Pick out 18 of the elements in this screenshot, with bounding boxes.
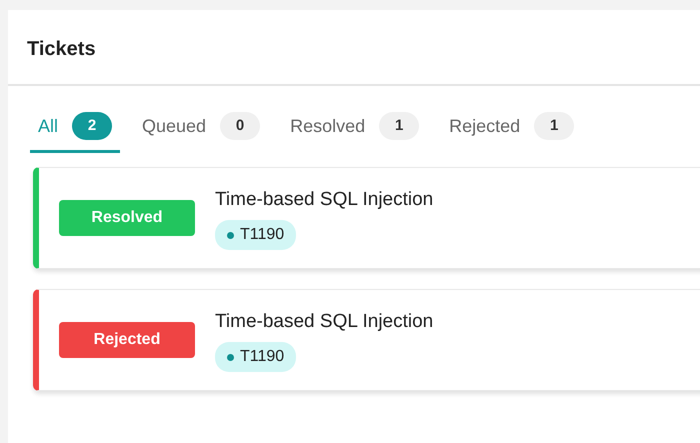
status-label: Resolved bbox=[59, 200, 195, 236]
status-label: Rejected bbox=[59, 322, 195, 358]
tag-text: T1190 bbox=[240, 225, 284, 246]
count-badge: 0 bbox=[220, 112, 260, 140]
count-badge: 1 bbox=[379, 112, 420, 140]
filter-tab[interactable]: Queued 0 bbox=[134, 106, 268, 153]
panel-title: Tickets bbox=[27, 38, 96, 60]
ticket-card[interactable]: Resolved Time-based SQL Injection T1190 bbox=[33, 167, 700, 269]
ticket-card[interactable]: Rejected Time-based SQL Injection T1190 bbox=[33, 289, 700, 391]
ticket-title: Time-based SQL Injection bbox=[215, 310, 434, 334]
filter-tab[interactable]: Rejected 1 bbox=[441, 106, 582, 153]
count-badge: 2 bbox=[72, 112, 112, 140]
tag-text: T1190 bbox=[240, 347, 284, 368]
filter-tab[interactable]: Resolved 1 bbox=[282, 106, 428, 153]
dot-icon bbox=[227, 354, 234, 361]
ticket-title: Time-based SQL Injection bbox=[215, 188, 434, 212]
count-badge: 1 bbox=[534, 112, 574, 140]
dot-icon bbox=[227, 232, 234, 239]
